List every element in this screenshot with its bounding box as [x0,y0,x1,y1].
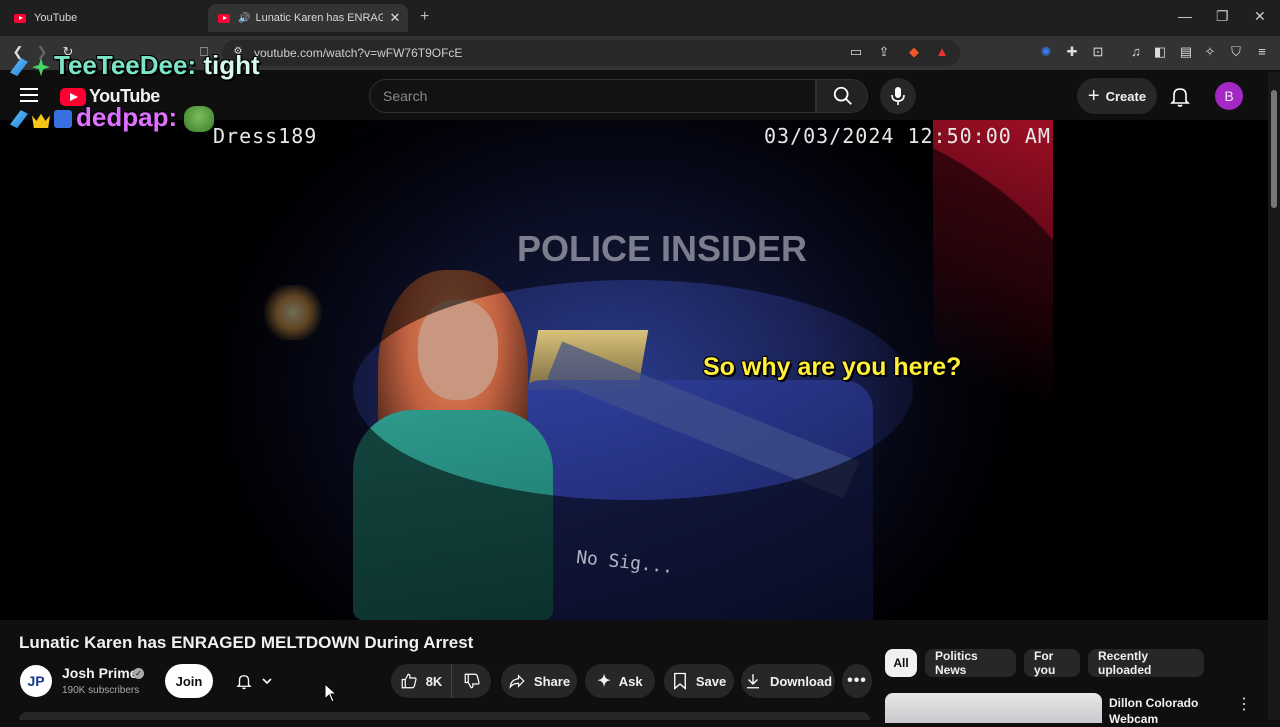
more-horizontal-icon: ••• [847,672,867,689]
sparkle-icon: ✦ [597,673,611,690]
download-label: Download [769,673,833,689]
chip-all[interactable]: All [885,649,917,677]
account-avatar[interactable]: B [1215,82,1243,110]
chat-username: dedpap: [76,102,178,132]
chip-for-you[interactable]: For you [1024,649,1080,677]
vertical-more-icon[interactable]: ⋮ [1236,694,1252,714]
share-button[interactable]: Share [501,664,577,698]
share-page-icon[interactable]: ⇪ [876,44,892,60]
crown-badge-icon [32,113,50,129]
thumbs-up-icon [401,673,417,689]
frog-emote-icon [184,106,215,133]
plus-icon: + [1087,84,1100,107]
search-button[interactable] [816,79,868,113]
search-input[interactable] [369,79,816,113]
new-tab-icon[interactable]: + [420,8,429,26]
tab-close-icon[interactable]: ✕ [389,10,400,26]
recommended-video-title[interactable]: Dillon Colorado Webcam [1109,695,1219,727]
chat-text: tight [203,50,260,80]
search-icon [833,86,852,105]
brave-shield-icon[interactable]: ◆ [906,44,922,60]
create-button[interactable]: + Create [1077,78,1157,114]
chip-recently-uploaded[interactable]: Recently uploaded [1088,649,1204,677]
url-text[interactable]: youtube.com/watch?v=wFW76T9OFcE [254,46,462,60]
create-label: Create [1105,88,1147,104]
voice-search-button[interactable] [880,78,916,114]
chat-message: dedpap: [10,102,218,133]
rewards-icon[interactable]: ▲ [934,44,950,60]
description-box[interactable] [19,712,870,720]
window-close-icon[interactable]: ✕ [1254,8,1266,25]
guide-menu-icon[interactable] [20,88,38,102]
video-caption: So why are you here? [703,353,962,381]
mouse-cursor-icon [324,683,338,703]
microphone-icon [891,87,905,105]
recommended-video-thumbnail[interactable] [885,693,1102,723]
wallet-icon[interactable]: ▤ [1178,44,1194,60]
bookmark-save-icon [673,672,686,690]
channel-name[interactable]: Josh Prime [62,665,137,681]
join-button[interactable]: Join [165,664,213,698]
minimize-icon[interactable]: — [1178,8,1192,24]
chevron-down-icon [262,678,272,685]
youtube-favicon-icon [218,13,230,23]
chip-politics-news[interactable]: Politics News [925,649,1016,677]
media-icon[interactable]: ♫ [1128,44,1144,60]
extensions-puzzle-icon[interactable]: ✚ [1064,44,1080,60]
sword-badge-icon [10,58,28,77]
browser-tab-youtube[interactable]: YouTube [6,4,202,32]
scrollbar-thumb[interactable] [1271,90,1277,208]
download-button[interactable]: Download [741,664,835,698]
bodycam-timestamp: 03/03/2024 12:50:00 AM [764,124,1051,148]
youtube-favicon-icon [14,13,26,23]
browser-tab-active[interactable]: 🔊 Lunatic Karen has ENRAGED MELTDOWN Dur… [208,4,408,32]
screenshot-icon[interactable]: ⊡ [1090,44,1106,60]
save-button[interactable]: Save [664,664,734,698]
restore-icon[interactable]: ❐ [1216,8,1229,25]
speaker-icon: 🔊 [238,12,251,24]
sub-badge-icon [54,110,72,129]
bodycam-id: Dress189 [213,124,318,148]
bell-icon [236,675,252,690]
sidebar-icon[interactable]: ◧ [1152,44,1168,60]
notifications-bell-icon[interactable] [1168,84,1192,108]
verified-check-icon: ✓ [133,668,144,679]
channel-avatar[interactable]: JP [20,665,52,697]
share-arrow-icon [509,674,525,689]
subscription-notifications-button[interactable] [224,664,284,698]
ask-button[interactable]: ✦ Ask [585,664,655,698]
like-count: 8K [425,673,443,689]
chat-message: TeeTeeDee: tight [10,50,260,81]
leo-ai-icon[interactable]: ✧ [1202,44,1218,60]
chat-username: TeeTeeDee: [54,50,197,80]
like-button[interactable]: 8K [391,664,451,698]
dislike-button[interactable] [451,664,491,698]
cast-icon[interactable]: ▭ [848,44,864,60]
more-actions-button[interactable]: ••• [842,664,872,698]
channel-watermark: POLICE INSIDER [517,228,808,269]
download-arrow-icon [746,674,759,689]
sword-badge-icon [10,110,28,129]
thumbs-down-icon [464,673,480,689]
extension-icon[interactable]: ✺ [1038,44,1054,60]
save-label: Save [695,673,727,689]
share-label: Share [533,673,571,689]
subscriber-count: 190K subscribers [62,685,140,696]
tab-label: Lunatic Karen has ENRAGED MELTDOWN Durin… [255,12,384,24]
tab-label: YouTube [34,12,78,24]
vpn-icon[interactable]: ⛉ [1228,44,1244,60]
video-title: Lunatic Karen has ENRAGED MELTDOWN Durin… [19,633,474,652]
sparkle-badge-icon [32,58,50,77]
ask-label: Ask [618,673,643,689]
menu-icon[interactable]: ≡ [1254,44,1270,60]
